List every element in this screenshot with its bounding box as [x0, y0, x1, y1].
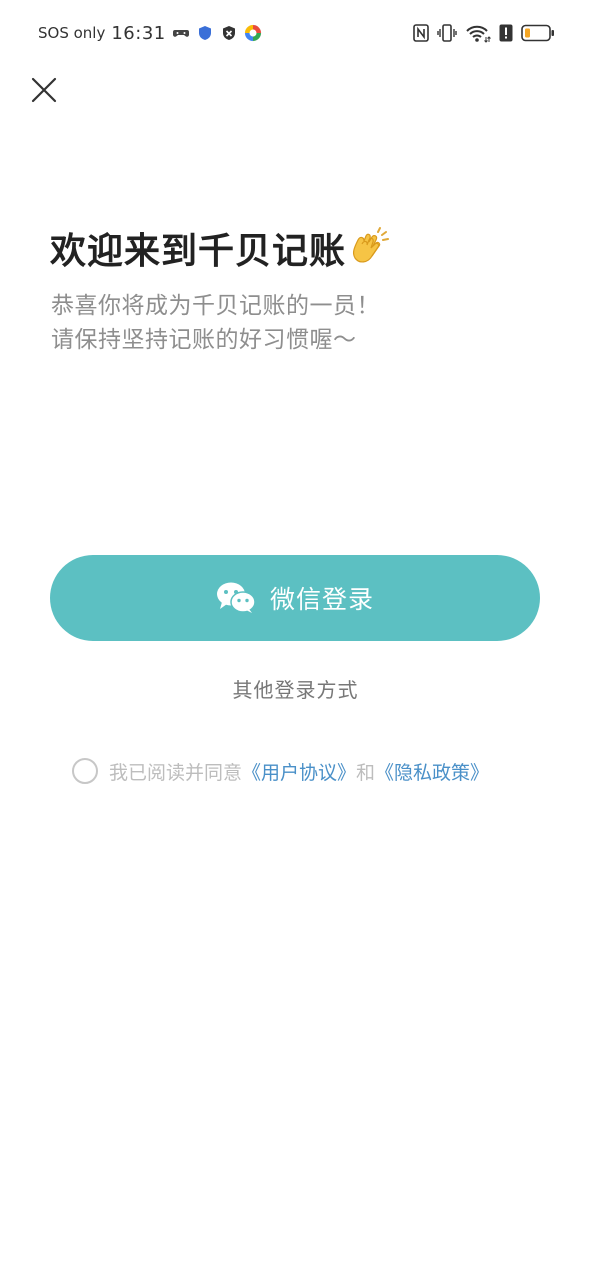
signal-alert-icon — [499, 24, 513, 42]
user-agreement-link[interactable]: 《用户协议》 — [242, 758, 356, 785]
app-notification-icon — [244, 24, 261, 42]
agreement-checkbox[interactable] — [72, 758, 98, 784]
page-title: 欢迎来到千贝记账 — [50, 222, 392, 274]
status-bar-left: SOS only 16:31 — [38, 18, 262, 48]
wechat-login-label: 微信登录 — [269, 585, 374, 614]
wifi-icon — [466, 25, 491, 43]
wechat-login-button[interactable]: 微信登录 — [50, 555, 540, 641]
subtitle-line-1: 恭喜你将成为千贝记账的一员！ — [51, 293, 380, 319]
agreement-conjunction: 和 — [356, 761, 376, 784]
nfc-icon — [413, 24, 429, 42]
status-bar-right — [413, 18, 555, 48]
agreement-prefix: 我已阅读并同意 — [109, 761, 243, 784]
close-icon — [31, 77, 57, 103]
login-screen: SOS only 16:31 欢迎来到千贝记账 恭喜你将成为千贝记账的一员！ 请… — [0, 0, 591, 1280]
agreement-row: 我已阅读并同意 《用户协议》 和 《隐私政策》 — [72, 757, 489, 785]
status-bar: SOS only 16:31 — [0, 18, 591, 48]
security-badge-icon — [222, 26, 235, 40]
other-login-methods-link[interactable]: 其他登录方式 — [0, 674, 591, 703]
close-button[interactable] — [30, 76, 58, 104]
privacy-policy-link[interactable]: 《隐私政策》 — [375, 758, 489, 785]
subtitle-line-2: 请保持坚持记账的好习惯喔～ — [51, 327, 357, 353]
clapping-hands-icon — [352, 227, 390, 263]
welcome-title-text: 欢迎来到千贝记账 — [50, 231, 347, 272]
wechat-icon — [216, 582, 256, 613]
status-time: 16:31 — [111, 22, 166, 44]
battery-icon — [521, 24, 554, 42]
shield-icon — [198, 26, 211, 40]
vibrate-icon — [437, 24, 457, 42]
game-controller-icon — [172, 30, 189, 37]
carrier-text: SOS only — [38, 24, 106, 42]
